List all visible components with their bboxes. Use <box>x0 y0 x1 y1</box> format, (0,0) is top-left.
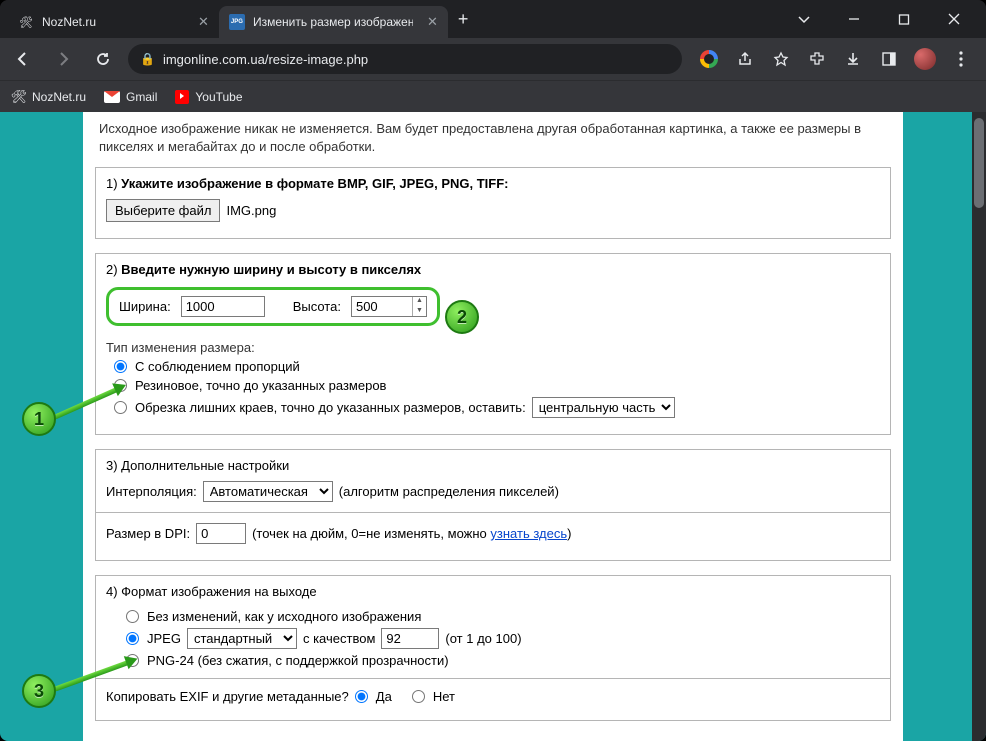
scrollbar-track[interactable] <box>972 112 986 741</box>
wrench-icon: 🛠 <box>12 90 26 104</box>
browser-titlebar: 🛠 NozNet.ru ✕ JPG Изменить размер изобра… <box>0 0 986 38</box>
step-2-heading: 2) Введите нужную ширину и высоту в пикс… <box>106 262 880 277</box>
profile-avatar[interactable] <box>914 48 936 70</box>
google-translate-icon[interactable] <box>698 48 720 70</box>
radio-format-jpeg[interactable] <box>126 632 139 645</box>
highlighted-size-inputs: Ширина: Высота: ▲▼ <box>106 287 440 326</box>
radio-proportional[interactable] <box>114 360 127 373</box>
interpolation-hint: (алгоритм распределения пикселей) <box>339 484 559 499</box>
radio-label: JPEG <box>147 631 181 646</box>
step-2-block: 2) Введите нужную ширину и высоту в пикс… <box>95 253 891 435</box>
step-4-block: 4) Формат изображения на выходе Без изме… <box>95 575 891 721</box>
gmail-icon <box>104 91 120 103</box>
chevron-down-icon[interactable] <box>790 12 818 26</box>
forward-button[interactable] <box>48 44 78 74</box>
radio-label: Резиновое, точно до указанных размеров <box>135 378 386 393</box>
radio-label: Обрезка лишних краев, точно до указанных… <box>135 400 526 415</box>
interpolation-label: Интерполяция: <box>106 484 197 499</box>
step-1-block: 1) Укажите изображение в формате BMP, GI… <box>95 167 891 239</box>
minimize-icon[interactable] <box>840 13 868 25</box>
wrench-icon: 🛠 <box>18 14 34 30</box>
scrollbar-thumb[interactable] <box>974 118 984 208</box>
viewport: Исходное изображение никак не изменяется… <box>0 112 986 741</box>
bookmark-star-icon[interactable] <box>770 48 792 70</box>
close-icon[interactable]: ✕ <box>427 14 438 30</box>
download-icon[interactable] <box>842 48 864 70</box>
bookmark-label: YouTube <box>195 90 242 104</box>
back-button[interactable] <box>8 44 38 74</box>
jpeg-quality-label: с качеством <box>303 631 375 646</box>
crop-position-select[interactable]: центральную часть <box>532 397 675 418</box>
omnibox[interactable]: 🔒 imgonline.com.ua/resize-image.php <box>128 44 682 74</box>
extensions-icon[interactable] <box>806 48 828 70</box>
intro-text: Исходное изображение никак не изменяется… <box>95 112 891 167</box>
annotation-badge-3: 3 <box>22 674 56 708</box>
chosen-filename: IMG.png <box>226 203 276 218</box>
address-bar: 🔒 imgonline.com.ua/resize-image.php <box>0 38 986 80</box>
lock-icon: 🔒 <box>140 52 155 66</box>
page-content: Исходное изображение никак не изменяется… <box>83 112 903 741</box>
bookmarks-bar: 🛠 NozNet.ru Gmail YouTube <box>0 80 986 112</box>
tab-noznet[interactable]: 🛠 NozNet.ru ✕ <box>8 6 219 38</box>
dpi-help-link[interactable]: узнать здесь <box>490 526 567 541</box>
interpolation-select[interactable]: Автоматическая <box>203 481 333 502</box>
youtube-icon <box>175 90 189 104</box>
dpi-hint: (точек на дюйм, 0=не изменять, можно узн… <box>252 526 571 541</box>
step-3-heading: 3) Дополнительные настройки <box>106 458 880 473</box>
width-label: Ширина: <box>119 299 171 314</box>
tab-imgonline[interactable]: JPG Изменить размер изображения ✕ <box>219 6 448 38</box>
radio-crop[interactable] <box>114 401 127 414</box>
annotation-badge-1: 1 <box>22 402 56 436</box>
url-text: imgonline.com.ua/resize-image.php <box>163 52 368 67</box>
share-icon[interactable] <box>734 48 756 70</box>
jpeg-subtype-select[interactable]: стандартный <box>187 628 297 649</box>
radio-exif-yes[interactable] <box>355 690 368 703</box>
step-1-heading: 1) Укажите изображение в формате BMP, GI… <box>106 176 880 191</box>
bookmark-label: Gmail <box>126 90 157 104</box>
spinner-arrows-icon[interactable]: ▲▼ <box>412 297 426 316</box>
exif-label: Копировать EXIF и другие метаданные? <box>106 689 349 704</box>
window-controls <box>772 0 986 38</box>
radio-label: Да <box>376 689 392 704</box>
tab-label: Изменить размер изображения <box>253 15 413 29</box>
new-tab-button[interactable]: + <box>448 9 479 30</box>
step-3-block: 3) Дополнительные настройки Интерполяция… <box>95 449 891 561</box>
annotation-badge-2: 2 <box>445 300 479 334</box>
radio-label: Без изменений, как у исходного изображен… <box>147 609 421 624</box>
radio-label: С соблюдением пропорций <box>135 359 300 374</box>
bookmark-label: NozNet.ru <box>32 90 86 104</box>
reload-button[interactable] <box>88 44 118 74</box>
dpi-input[interactable] <box>196 523 246 544</box>
resize-type-label: Тип изменения размера: <box>106 340 880 355</box>
close-window-icon[interactable] <box>940 13 968 25</box>
bookmark-youtube[interactable]: YouTube <box>175 90 242 104</box>
choose-file-button[interactable]: Выберите файл <box>106 199 220 222</box>
menu-dots-icon[interactable] <box>950 48 972 70</box>
tab-label: NozNet.ru <box>42 15 96 29</box>
close-icon[interactable]: ✕ <box>198 14 209 30</box>
bookmark-gmail[interactable]: Gmail <box>104 90 157 104</box>
radio-label: Нет <box>433 689 455 704</box>
radio-exif-no[interactable] <box>412 690 425 703</box>
jpg-favicon-icon: JPG <box>229 14 245 30</box>
radio-format-same[interactable] <box>126 610 139 623</box>
height-label: Высота: <box>293 299 341 314</box>
jpeg-quality-hint: (от 1 до 100) <box>445 631 521 646</box>
account-panel-icon[interactable] <box>878 48 900 70</box>
bookmark-noznet[interactable]: 🛠 NozNet.ru <box>12 90 86 104</box>
maximize-icon[interactable] <box>890 14 918 25</box>
width-input[interactable] <box>181 296 265 317</box>
jpeg-quality-input[interactable] <box>381 628 439 649</box>
dpi-label: Размер в DPI: <box>106 526 190 541</box>
step-4-heading: 4) Формат изображения на выходе <box>106 584 880 599</box>
radio-label: PNG-24 (без сжатия, с поддержкой прозрач… <box>147 653 449 668</box>
